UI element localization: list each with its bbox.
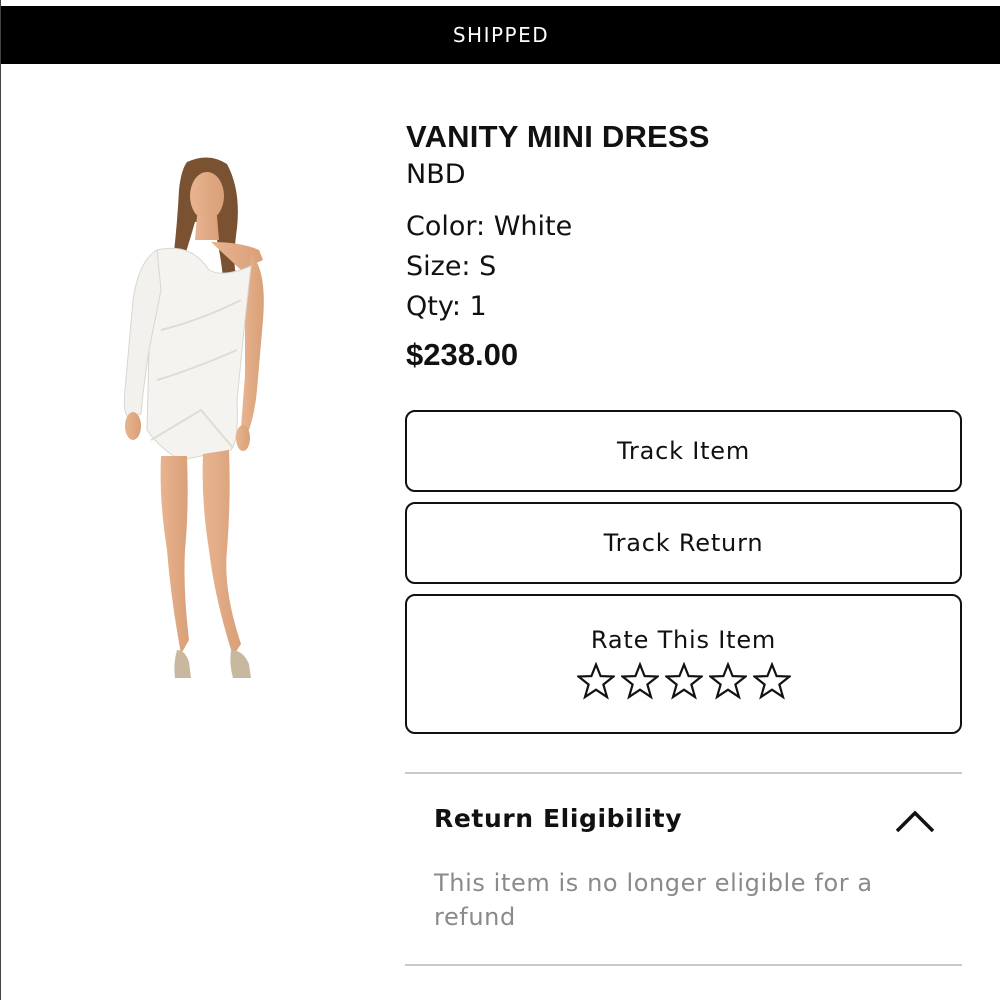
track-return-button[interactable]: Track Return	[405, 502, 962, 584]
return-eligibility-toggle[interactable]: Return Eligibility	[405, 790, 962, 854]
product-name[interactable]: VANITY MINI DRESS	[406, 118, 966, 156]
star-rating	[576, 662, 791, 700]
product-color: Color: White	[406, 211, 573, 242]
shipping-status-label: SHIPPED	[452, 23, 550, 47]
product-info: VANITY MINI DRESS NBD Color: White Size:…	[406, 118, 966, 375]
track-item-label: Track Item	[616, 437, 751, 465]
star-icon-3[interactable]	[664, 662, 703, 700]
star-icon-2[interactable]	[620, 662, 659, 700]
product-attributes: Color: White Size: S Qty: 1	[406, 207, 966, 327]
star-icon-1[interactable]	[576, 662, 615, 700]
product-quantity: Qty: 1	[406, 291, 487, 322]
track-return-label: Track Return	[603, 529, 764, 557]
product-price: $238.00	[406, 337, 519, 372]
shipping-status-banner: SHIPPED	[1, 6, 1000, 64]
return-eligibility-title: Return Eligibility	[434, 804, 683, 833]
star-icon-4[interactable]	[708, 662, 747, 700]
product-photo	[123, 157, 264, 678]
section-divider	[405, 964, 962, 966]
product-size: Size: S	[406, 251, 497, 282]
product-image[interactable]	[91, 150, 311, 710]
track-item-button[interactable]: Track Item	[405, 410, 962, 492]
product-brand[interactable]: NBD	[406, 157, 966, 193]
return-eligibility-message: This item is no longer eligible for a re…	[434, 869, 873, 931]
order-item-page: SHIPPED VANITY MINI DRESS NBD Color: Whi…	[0, 0, 1000, 1000]
chevron-up-icon[interactable]	[894, 808, 936, 834]
rate-item-panel: Rate This Item	[405, 594, 962, 734]
rate-item-label: Rate This Item	[590, 626, 777, 654]
section-divider	[405, 772, 962, 774]
star-icon-5[interactable]	[752, 662, 791, 700]
